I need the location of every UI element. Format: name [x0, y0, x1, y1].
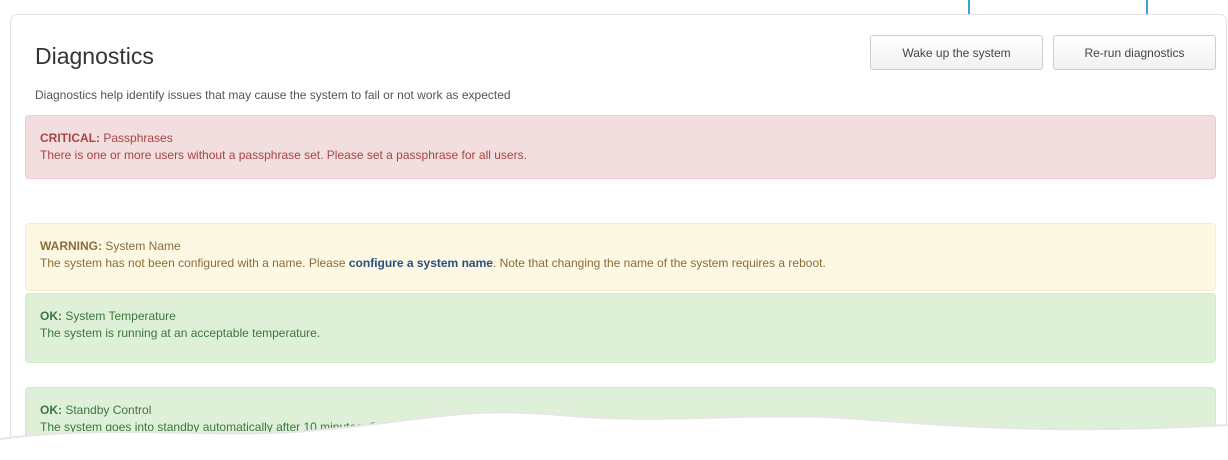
alert-warning-system-name: WARNING: System Name The system has not …	[25, 223, 1216, 291]
alert-level: OK:	[40, 309, 62, 323]
screenshot-stage: Diagnostics Diagnostics help identify is…	[0, 0, 1228, 460]
alert-message: There is one or more users without a pas…	[40, 148, 527, 162]
alert-name: Passphrases	[103, 131, 173, 145]
wake-up-system-button[interactable]: Wake up the system	[870, 35, 1043, 70]
alert-ok-system-temperature: OK: System Temperature The system is run…	[25, 293, 1216, 363]
configure-system-name-link[interactable]: configure a system name	[349, 256, 493, 270]
alert-message-pre: The system has not been configured with …	[40, 256, 346, 270]
alert-level: CRITICAL:	[40, 131, 100, 145]
rerun-diagnostics-button[interactable]: Re-run diagnostics	[1053, 35, 1216, 70]
torn-page-edge	[0, 411, 1228, 460]
diagnostics-panel: Diagnostics Diagnostics help identify is…	[10, 14, 1227, 460]
alert-name: System Temperature	[65, 309, 176, 323]
alert-message-post: . Note that changing the name of the sys…	[492, 256, 826, 270]
alert-name: System Name	[105, 239, 181, 253]
page-description: Diagnostics help identify issues that ma…	[35, 88, 511, 102]
alert-message: The system is running at an acceptable t…	[40, 326, 321, 340]
alert-level: WARNING:	[40, 239, 102, 253]
alert-critical-passphrases: CRITICAL: Passphrases There is one or mo…	[25, 115, 1216, 179]
page-title: Diagnostics	[35, 43, 154, 69]
alert-message: The system has not been configured with …	[40, 255, 1201, 272]
